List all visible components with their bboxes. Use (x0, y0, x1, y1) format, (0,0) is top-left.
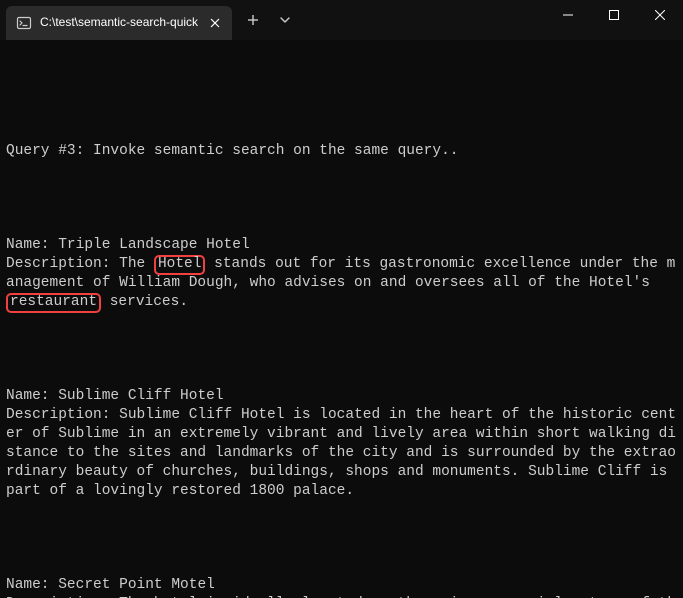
desc-text: The (119, 256, 154, 272)
name-label: Name: (6, 577, 58, 593)
tab-dropdown-button[interactable] (270, 5, 300, 35)
name-label: Name: (6, 388, 58, 404)
query-line: Query #3: Invoke semantic search on the … (6, 142, 679, 161)
maximize-icon (609, 10, 619, 20)
desc-label: Description: (6, 256, 119, 272)
maximize-button[interactable] (591, 0, 637, 30)
desc-label: Description: (6, 407, 119, 423)
active-tab[interactable]: C:\test\semantic-search-quick (6, 6, 232, 40)
chevron-down-icon (280, 15, 290, 25)
close-icon (210, 18, 220, 28)
name-value: Sublime Cliff Hotel (58, 388, 223, 404)
plus-icon (247, 14, 259, 26)
result-item: Name: Sublime Cliff Hotel Description: S… (6, 387, 679, 500)
terminal-output: Query #3: Invoke semantic search on the … (0, 40, 683, 598)
desc-text: services. (101, 294, 188, 310)
close-window-button[interactable] (637, 0, 683, 30)
tab-controls (238, 0, 300, 40)
name-value: Secret Point Motel (58, 577, 215, 593)
new-tab-button[interactable] (238, 5, 268, 35)
result-item: Name: Triple Landscape Hotel Description… (6, 236, 679, 312)
tab-close-button[interactable] (206, 14, 224, 32)
highlight-restaurant: restaurant (6, 293, 101, 313)
terminal-icon (16, 15, 32, 31)
title-bar: C:\test\semantic-search-quick (0, 0, 683, 40)
minimize-button[interactable] (545, 0, 591, 30)
name-value: Triple Landscape Hotel (58, 237, 249, 253)
minimize-icon (563, 10, 573, 20)
tab-title: C:\test\semantic-search-quick (40, 15, 198, 31)
close-icon (655, 10, 665, 20)
result-item: Name: Secret Point Motel Description: Th… (6, 576, 679, 598)
tab-area: C:\test\semantic-search-quick (0, 0, 300, 40)
window-controls (545, 0, 683, 30)
name-label: Name: (6, 237, 58, 253)
highlight-hotel: Hotel (154, 255, 206, 275)
